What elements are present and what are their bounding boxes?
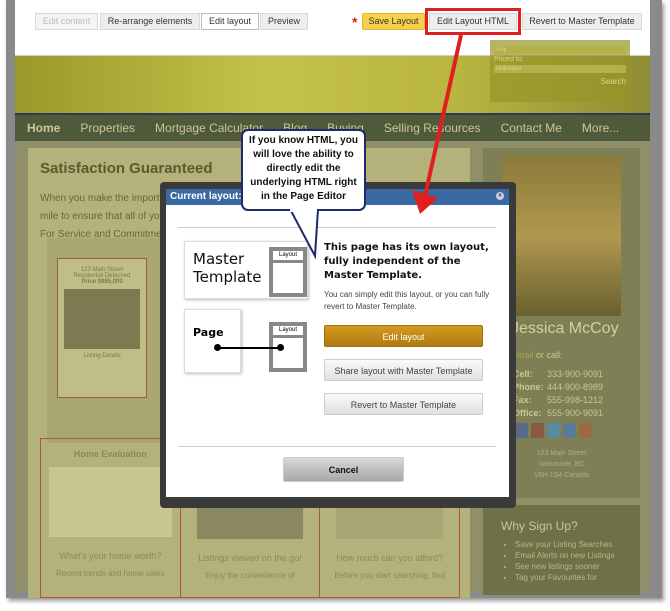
red-arrow-shaft [423,34,463,197]
callout-bubble: If you know HTML, you will love the abil… [241,129,366,211]
callout-tail [288,208,320,260]
annotation-overlay [288,34,463,260]
